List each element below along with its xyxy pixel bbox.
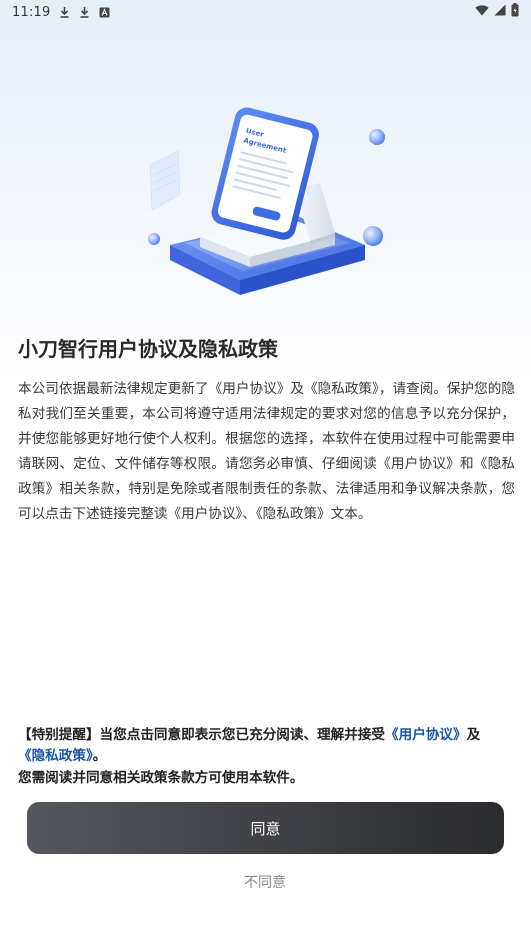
dialog-title: 小刀智行用户协议及隐私政策	[18, 337, 278, 361]
signal-icon	[494, 4, 506, 20]
user-agreement-link[interactable]: 《用户协议》	[385, 727, 467, 743]
status-bar-right	[475, 3, 519, 21]
dialog-body-text: 本公司依据最新法律规定更新了《用户协议》及《隐私政策》，请查阅。保护您的隐私对我…	[18, 381, 515, 522]
download-icon	[58, 5, 70, 19]
notice-end: 。	[92, 748, 107, 764]
agree-button[interactable]: 同意	[27, 802, 504, 854]
notice-prefix: 【特别提醒】当您点击同意即表示您已充分阅读、理解并接受	[18, 727, 386, 743]
status-time: 11:19	[12, 4, 51, 20]
battery-icon	[511, 3, 519, 21]
privacy-policy-link[interactable]: 《隐私政策》	[18, 748, 93, 764]
download-icon	[78, 5, 90, 19]
disagree-button[interactable]: 不同意	[165, 868, 365, 896]
notice-and: 及	[466, 727, 481, 743]
hero-illustration: User Agreement	[120, 95, 420, 315]
notice-requirement: 您需阅读并同意相关政策条款方可使用本软件。	[18, 770, 304, 786]
special-notice: 【特别提醒】当您点击同意即表示您已充分阅读、理解并接受《用户协议》及《隐私政策》…	[18, 725, 515, 767]
status-bar-left: 11:19	[12, 5, 110, 20]
wifi-icon	[475, 4, 489, 20]
a-letter-icon	[98, 5, 110, 19]
status-bar: 11:19	[0, 0, 531, 24]
